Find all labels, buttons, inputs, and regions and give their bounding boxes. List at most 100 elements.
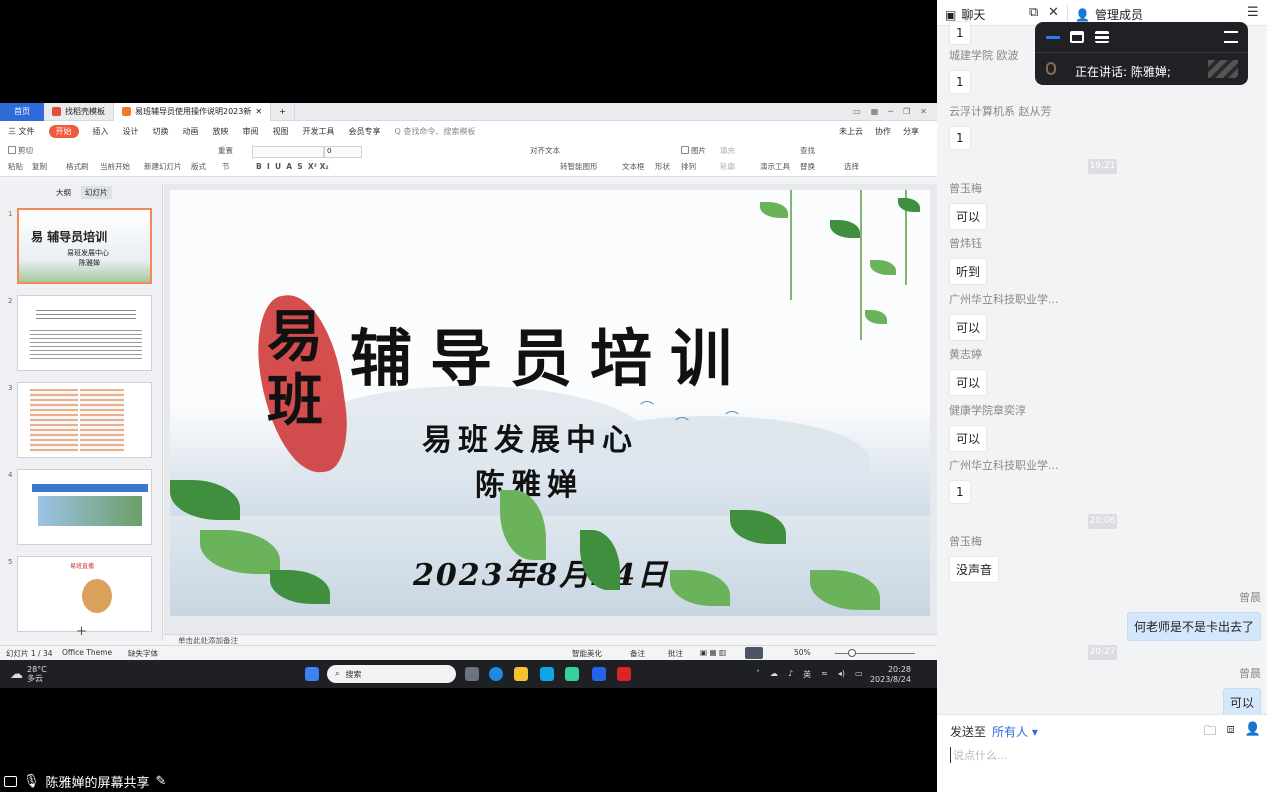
zoom-slider[interactable] xyxy=(835,653,915,654)
find-button[interactable]: 查找 xyxy=(800,145,815,156)
zoom-level[interactable]: 50% xyxy=(794,648,811,657)
collab-button[interactable]: 协作 xyxy=(875,126,891,137)
folder-icon[interactable]: 🗀 xyxy=(1204,722,1217,744)
thumbnail-slide-3[interactable]: 3 xyxy=(0,382,160,458)
close-icon[interactable]: ✕ xyxy=(1048,5,1059,20)
tab-slides[interactable]: 幻灯片 xyxy=(81,185,112,199)
format-painter-button[interactable]: 格式刷 xyxy=(66,161,89,172)
battery-icon[interactable]: ▭ xyxy=(855,669,863,680)
menu-design[interactable]: 设计 xyxy=(123,126,139,137)
bold-button[interactable]: B I U A S X² X₂ xyxy=(256,162,329,171)
thumbnail-slide-2[interactable]: 2 xyxy=(0,295,160,371)
fill-button[interactable]: 填充 xyxy=(720,145,735,156)
reset-button[interactable]: 重置 xyxy=(218,145,233,156)
recipient-select[interactable]: 所有人 ▾ xyxy=(992,725,1038,739)
copy-button[interactable]: 复制 xyxy=(32,161,47,172)
tab-outline[interactable]: 大纲 xyxy=(56,187,71,198)
start-icon[interactable] xyxy=(305,667,319,681)
screenshot-icon[interactable]: ⧈ xyxy=(1227,722,1235,744)
paste-button[interactable]: 粘贴 xyxy=(8,161,23,172)
missing-font-button[interactable]: 缺失字体 xyxy=(128,648,158,659)
taskbar-search[interactable]: ⌕ 搜索 xyxy=(327,665,456,683)
wifi-icon[interactable]: ≈ xyxy=(821,669,828,680)
textbox-button[interactable]: 文本框 xyxy=(622,161,645,172)
current-slide[interactable]: 易 班 辅导员培训 易班发展中心 陈雅婵 2023年8月24日 ⌒ ⌒ ⌒ xyxy=(170,190,930,616)
comments-toggle[interactable]: 批注 xyxy=(668,648,683,659)
font-size-select[interactable]: 0 xyxy=(324,146,362,158)
task-view-icon[interactable] xyxy=(465,667,479,681)
onedrive-icon[interactable]: ☁ xyxy=(770,669,778,680)
restore-icon[interactable]: ❐ xyxy=(903,107,910,116)
menu-view[interactable]: 视图 xyxy=(273,126,289,137)
app-icon[interactable] xyxy=(565,667,579,681)
cloud-status[interactable]: 未上云 xyxy=(839,126,863,137)
beautify-button[interactable]: 智能美化 xyxy=(572,648,602,659)
share-button[interactable]: 分享 xyxy=(903,126,919,137)
tab-template[interactable]: 找稻壳模板 xyxy=(44,102,114,121)
minimize-icon[interactable]: ─ xyxy=(888,107,893,116)
layout-button[interactable]: 版式 xyxy=(191,161,206,172)
mic-icon[interactable]: ♪ xyxy=(788,669,793,680)
folder-icon[interactable] xyxy=(514,667,528,681)
chat-input[interactable]: 说点什么... xyxy=(950,747,1008,763)
minimize-icon[interactable] xyxy=(1046,36,1060,39)
outline-button[interactable]: 轮廓 xyxy=(720,161,735,172)
notes-toggle[interactable]: 备注 xyxy=(630,648,645,659)
list-icon[interactable] xyxy=(1095,31,1109,43)
menu-review[interactable]: 审阅 xyxy=(243,126,259,137)
cut-button[interactable]: 剪切 xyxy=(8,145,33,156)
command-search[interactable]: Q 查找命令、搜索模板 xyxy=(395,126,476,137)
menu-insert[interactable]: 插入 xyxy=(93,126,109,137)
layout-icon[interactable]: ▭ xyxy=(853,107,861,116)
taskbar-clock[interactable]: 20:28 2023/8/24 xyxy=(870,665,911,685)
menu-start[interactable]: 开始 xyxy=(48,124,79,138)
input-language[interactable]: 英 xyxy=(803,669,811,680)
replace-button[interactable]: 替换 xyxy=(800,161,815,172)
collapse-icon[interactable] xyxy=(1224,31,1238,43)
chevron-up-icon[interactable]: ˄ xyxy=(756,669,760,680)
play-slideshow-button[interactable] xyxy=(745,647,763,659)
grid-icon[interactable]: ▦ xyxy=(871,107,879,116)
arrange-button[interactable]: 排列 xyxy=(681,161,696,172)
thumbnail-slide-4[interactable]: 4 xyxy=(0,469,160,545)
tab-document[interactable]: 易班辅导员使用操作说明2023新 ✕ xyxy=(114,102,272,121)
notes-area[interactable]: 单击此处添加备注 xyxy=(164,634,937,645)
menu-icon[interactable]: ☰ xyxy=(1247,5,1259,20)
menu-developer[interactable]: 开发工具 xyxy=(303,126,335,137)
weather-widget[interactable]: ☁ 28°C 多云 xyxy=(10,665,47,683)
tab-members[interactable]: 👤 管理成员 xyxy=(1075,6,1143,23)
store-icon[interactable] xyxy=(540,667,554,681)
zoom-slider-knob[interactable] xyxy=(848,649,856,657)
popout-icon[interactable]: ⧉ xyxy=(1029,5,1038,20)
present-tools-button[interactable]: 演示工具 xyxy=(760,161,790,172)
tab-home[interactable]: 首页 xyxy=(0,102,44,121)
thumbnail-slide-5[interactable]: 5 易班直播 xyxy=(0,556,160,632)
close-icon[interactable]: ✕ xyxy=(255,107,262,116)
menu-animation[interactable]: 动画 xyxy=(183,126,199,137)
wps-icon[interactable] xyxy=(617,667,631,681)
select-button[interactable]: 选择 xyxy=(844,161,859,172)
menu-slideshow[interactable]: 放映 xyxy=(213,126,229,137)
volume-icon[interactable]: ◂) xyxy=(838,669,845,680)
section-button[interactable]: 节 xyxy=(222,161,230,172)
shape-button[interactable]: 形状 xyxy=(655,161,670,172)
smartart-button[interactable]: 转智能图形 xyxy=(560,161,598,172)
pencil-icon[interactable]: ✎ xyxy=(156,774,167,789)
view-buttons[interactable]: ▣ ▦ ▥ xyxy=(700,648,726,657)
menu-file[interactable]: 三 文件 xyxy=(8,126,35,137)
edge-icon[interactable] xyxy=(489,667,503,681)
meeting-app-icon[interactable] xyxy=(592,667,606,681)
menu-transition[interactable]: 切换 xyxy=(153,126,169,137)
new-tab-button[interactable]: + xyxy=(271,102,295,121)
font-name-select[interactable] xyxy=(252,146,324,158)
user-icon[interactable]: 👤 xyxy=(1245,722,1261,744)
window-icon[interactable] xyxy=(1070,31,1084,43)
add-slide-icon[interactable]: + xyxy=(76,624,87,639)
play-from-current-button[interactable]: 当前开始 xyxy=(100,161,130,172)
thumbnail-slide-1[interactable]: 1 易 辅导员培训 易班发展中心 陈雅婵 xyxy=(0,208,160,284)
align-text-button[interactable]: 对齐文本 xyxy=(530,145,560,156)
picture-button[interactable]: 图片 xyxy=(681,145,706,156)
menu-member[interactable]: 会员专享 xyxy=(349,126,381,137)
close-window-icon[interactable]: ✕ xyxy=(920,107,927,116)
new-slide-button[interactable]: 新建幻灯片 xyxy=(144,161,182,172)
